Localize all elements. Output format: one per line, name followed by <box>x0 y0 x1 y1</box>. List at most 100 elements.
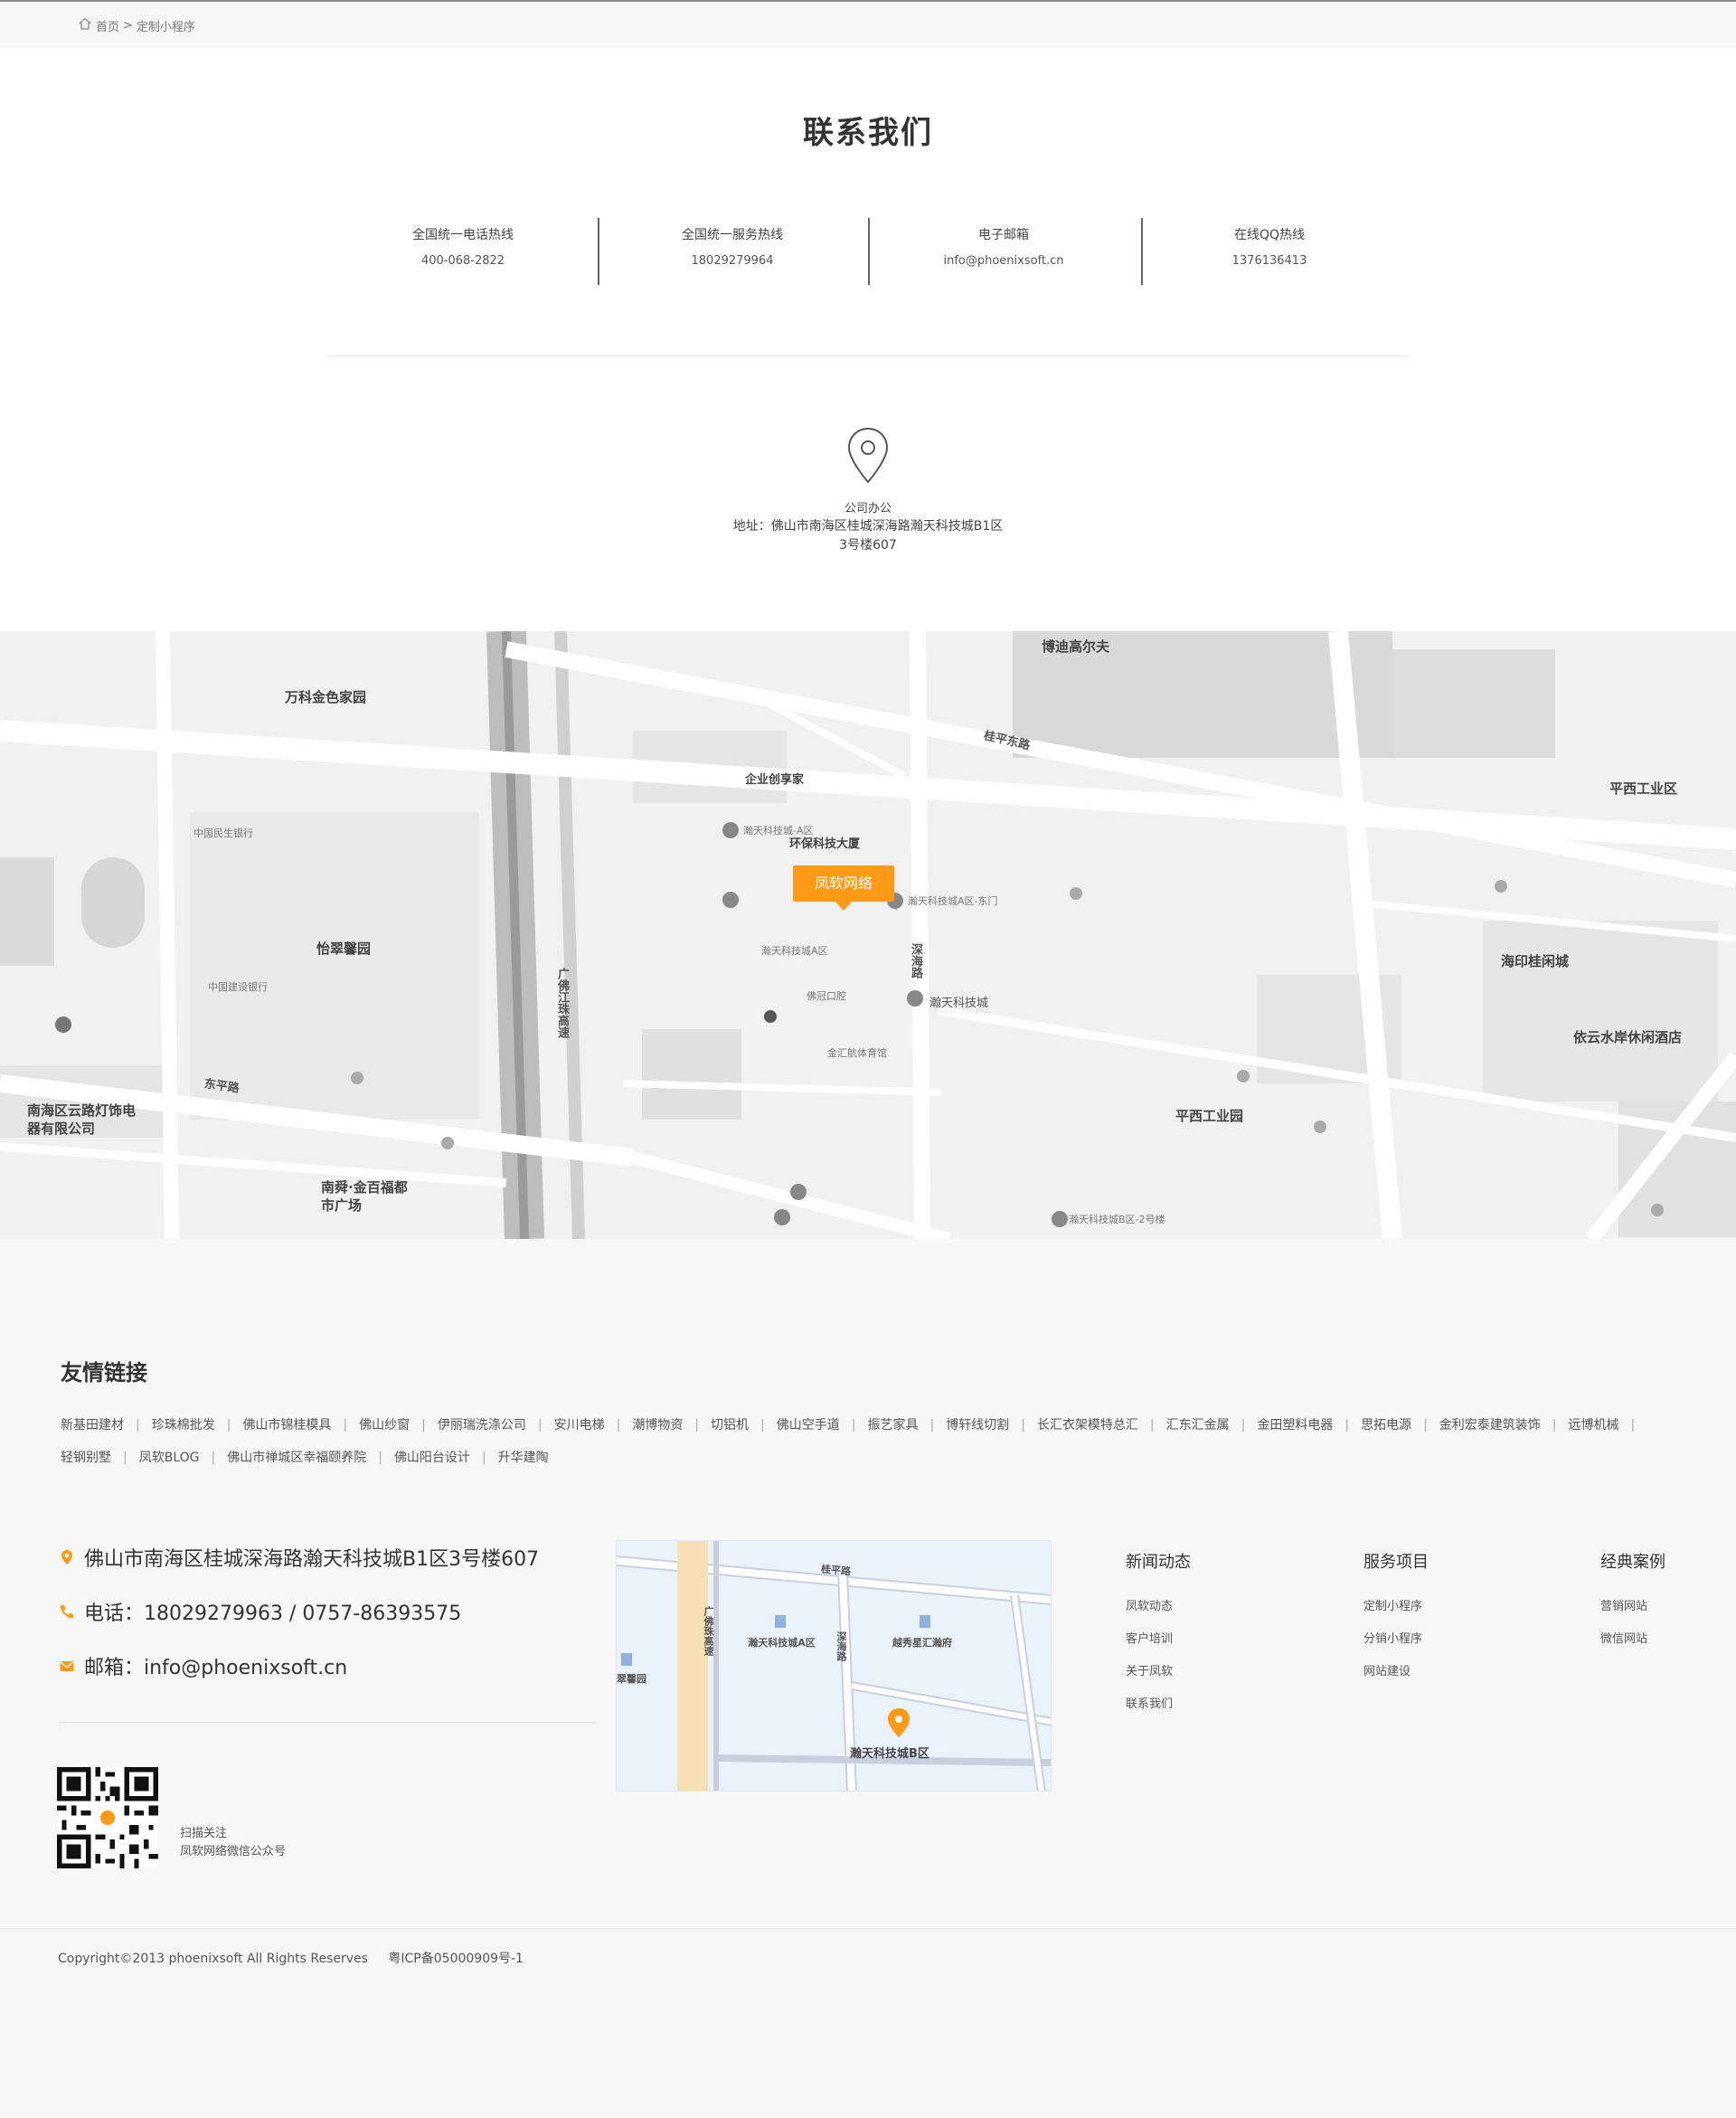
friend-link[interactable]: 思拓电源 <box>1361 1409 1411 1442</box>
friend-link[interactable]: 升华建陶 <box>498 1442 549 1474</box>
map-label: 瀚天科技城A区 <box>761 945 828 957</box>
friend-links-title: 友情链接 <box>61 1360 147 1385</box>
map-label: 南舜·金百福都市广场 <box>321 1179 408 1214</box>
breadcrumb: 首页 > 定制小程序 <box>78 16 195 34</box>
footer-nav-link[interactable]: 凤软动态 <box>1126 1591 1191 1623</box>
friend-link-separator: | <box>136 1418 140 1432</box>
mini-map-label: 广佛珠高速 <box>703 1606 714 1656</box>
breadcrumb-home-link[interactable]: 首页 <box>96 17 119 34</box>
qr-caption-line: 凤软网络微信公众号 <box>180 1845 287 1858</box>
friend-link[interactable]: 佛山阳台设计 <box>394 1442 470 1474</box>
footer-nav-link[interactable]: 微信网站 <box>1600 1623 1665 1656</box>
friend-link-separator: | <box>851 1418 856 1432</box>
friend-link-separator: | <box>1344 1418 1350 1432</box>
friend-link[interactable]: 切铝机 <box>711 1409 749 1442</box>
friend-link-separator: | <box>1149 1418 1155 1432</box>
footer-nav-link[interactable]: 网站建设 <box>1363 1656 1429 1688</box>
friend-link[interactable]: 振艺家具 <box>867 1409 918 1442</box>
mini-map-background <box>617 1541 1051 1791</box>
friend-link-separator: | <box>211 1451 216 1465</box>
footer-nav-title: 新闻动态 <box>1126 1553 1191 1572</box>
map-label: 中国建设银行 <box>208 981 268 993</box>
hotline-label: 全国统一电话热线 <box>412 228 514 242</box>
friend-link[interactable]: 金田塑料电器 <box>1257 1409 1333 1442</box>
map-label: 海印桂闲城 <box>1501 953 1570 969</box>
friend-link-separator: | <box>929 1418 935 1432</box>
friend-link[interactable]: 佛山市禅城区幸福颐养院 <box>227 1442 366 1474</box>
friend-link[interactable]: 长汇衣架模特总汇 <box>1037 1409 1138 1442</box>
friend-link[interactable]: 新基田建材 <box>61 1409 124 1442</box>
friend-link[interactable]: 佛山市锦桂模具 <box>242 1409 331 1442</box>
hotline-label: 全国统一服务热线 <box>682 228 783 242</box>
hotline-phone: 全国统一电话热线 400-068-2822 <box>327 216 599 268</box>
footer-address: 佛山市南海区桂城深海路瀚天科技城B1区3号楼607 <box>59 1543 539 1572</box>
footer-nav-title: 服务项目 <box>1363 1553 1429 1572</box>
hotline-value[interactable]: info@phoenixsoft.cn <box>868 254 1139 268</box>
friend-link[interactable]: 金利宏泰建筑装饰 <box>1439 1409 1541 1442</box>
friend-link-separator: | <box>421 1418 426 1432</box>
footer-nav-link[interactable]: 联系我们 <box>1126 1688 1191 1721</box>
friend-link-separator: | <box>123 1451 127 1465</box>
footer-mini-map[interactable]: 桂平路 广佛珠高速 瀚天科技城A区 深海路 越秀星汇瀚府 翠馨园 瀚天科技城B区 <box>616 1540 1052 1792</box>
map-label: 怡翠馨园 <box>316 941 372 957</box>
breadcrumb-separator: > <box>123 18 133 33</box>
friend-link[interactable]: 佛山纱窗 <box>359 1409 410 1442</box>
friend-link-separator: | <box>1241 1418 1246 1432</box>
footer-nav-cases: 经典案例 营销网站 微信网站 <box>1600 1549 1665 1656</box>
office-title: 公司办公 <box>844 502 892 515</box>
friend-link-separator: | <box>378 1451 382 1465</box>
location-map[interactable]: 博迪高尔夫 万科金色家园 企业创享家 环保科技大厦 怡翠馨园 瀚天科技城 海印桂… <box>0 631 1736 1239</box>
footer-nav-link[interactable]: 关于凤软 <box>1126 1656 1191 1688</box>
mini-map-label: 瀚天科技城B区 <box>850 1747 929 1761</box>
friend-link[interactable]: 汇东汇金属 <box>1166 1409 1230 1442</box>
friend-link-separator: | <box>1552 1418 1557 1432</box>
friend-link[interactable]: 凤软BLOG <box>139 1442 200 1474</box>
contact-section: 联系我们 全国统一电话热线 400-068-2822 全国统一服务热线 1802… <box>0 48 1736 631</box>
friend-link-separator: | <box>1630 1418 1636 1432</box>
friend-link[interactable]: 伊丽瑞洗涤公司 <box>438 1409 526 1442</box>
map-label: 深海路 <box>909 943 922 979</box>
friend-link[interactable]: 远博机械 <box>1569 1409 1619 1442</box>
friend-links-list: 新基田建材 | 珍珠棉批发 | 佛山市锦桂模具 | 佛山纱窗 | 伊丽瑞洗涤公司 | 安川电梯 | 潮博… <box>61 1409 1679 1474</box>
breadcrumb-bar: 首页 > 定制小程序 <box>0 2 1736 48</box>
friend-link-separator: | <box>694 1418 700 1432</box>
footer-nav-link[interactable]: 定制小程序 <box>1363 1591 1429 1623</box>
footer-nav-link[interactable]: 营销网站 <box>1600 1591 1665 1623</box>
divider <box>59 1722 597 1723</box>
footer-email: 邮箱：info@phoenixsoft.cn <box>59 1651 347 1680</box>
icp-link[interactable]: 粤ICP备05000909号-1 <box>388 1952 524 1966</box>
phone-icon <box>60 1605 73 1619</box>
location-icon <box>61 1550 72 1565</box>
friend-link[interactable]: 安川电梯 <box>554 1409 605 1442</box>
footer-nav-link[interactable]: 分销小程序 <box>1363 1623 1429 1656</box>
footer-nav-link[interactable]: 客户培训 <box>1126 1623 1191 1656</box>
footer-nav-title: 经典案例 <box>1600 1553 1665 1572</box>
location-pin-icon <box>847 427 889 484</box>
page-title: 联系我们 <box>803 115 933 151</box>
mini-map-label: 桂平路 <box>820 1563 852 1578</box>
map-label: 南海区云路灯饰电器有限公司 <box>27 1102 137 1137</box>
company-map-marker[interactable]: 凤软网络 <box>793 865 894 902</box>
office-info: 公司办公 地址：佛山市南海区桂城深海路瀚天科技城B1区3号楼607 <box>0 426 1736 555</box>
marker-pointer <box>835 902 852 911</box>
friend-link[interactable]: 珍珠棉批发 <box>152 1409 215 1442</box>
qr-caption: 扫描关注 凤软网络微信公众号 <box>180 1825 286 1861</box>
mini-map-label: 深海路 <box>835 1631 847 1661</box>
friend-link-separator: | <box>760 1418 765 1432</box>
map-label: 金汇航体育馆 <box>827 1047 887 1059</box>
map-label: 平西工业园 <box>1175 1108 1244 1124</box>
friend-link[interactable]: 佛山空手道 <box>777 1409 840 1442</box>
friend-link[interactable]: 轻钢别墅 <box>61 1442 111 1474</box>
mini-map-label: 瀚天科技城A区 <box>748 1637 816 1649</box>
footer-nav-services: 服务项目 定制小程序 分销小程序 网站建设 <box>1363 1549 1429 1688</box>
hotline-email: 电子邮箱 info@phoenixsoft.cn <box>868 216 1139 268</box>
home-icon[interactable] <box>78 16 92 34</box>
map-label: 企业创享家 <box>745 773 805 787</box>
breadcrumb-current-link[interactable]: 定制小程序 <box>137 17 195 34</box>
friend-link[interactable]: 潮博物资 <box>632 1409 683 1442</box>
divider <box>327 355 1409 356</box>
friend-link-separator: | <box>1423 1418 1428 1432</box>
map-label: 瀚天科技城 <box>929 997 989 1010</box>
map-background <box>0 631 1736 1239</box>
friend-link[interactable]: 博轩线切割 <box>946 1409 1009 1442</box>
